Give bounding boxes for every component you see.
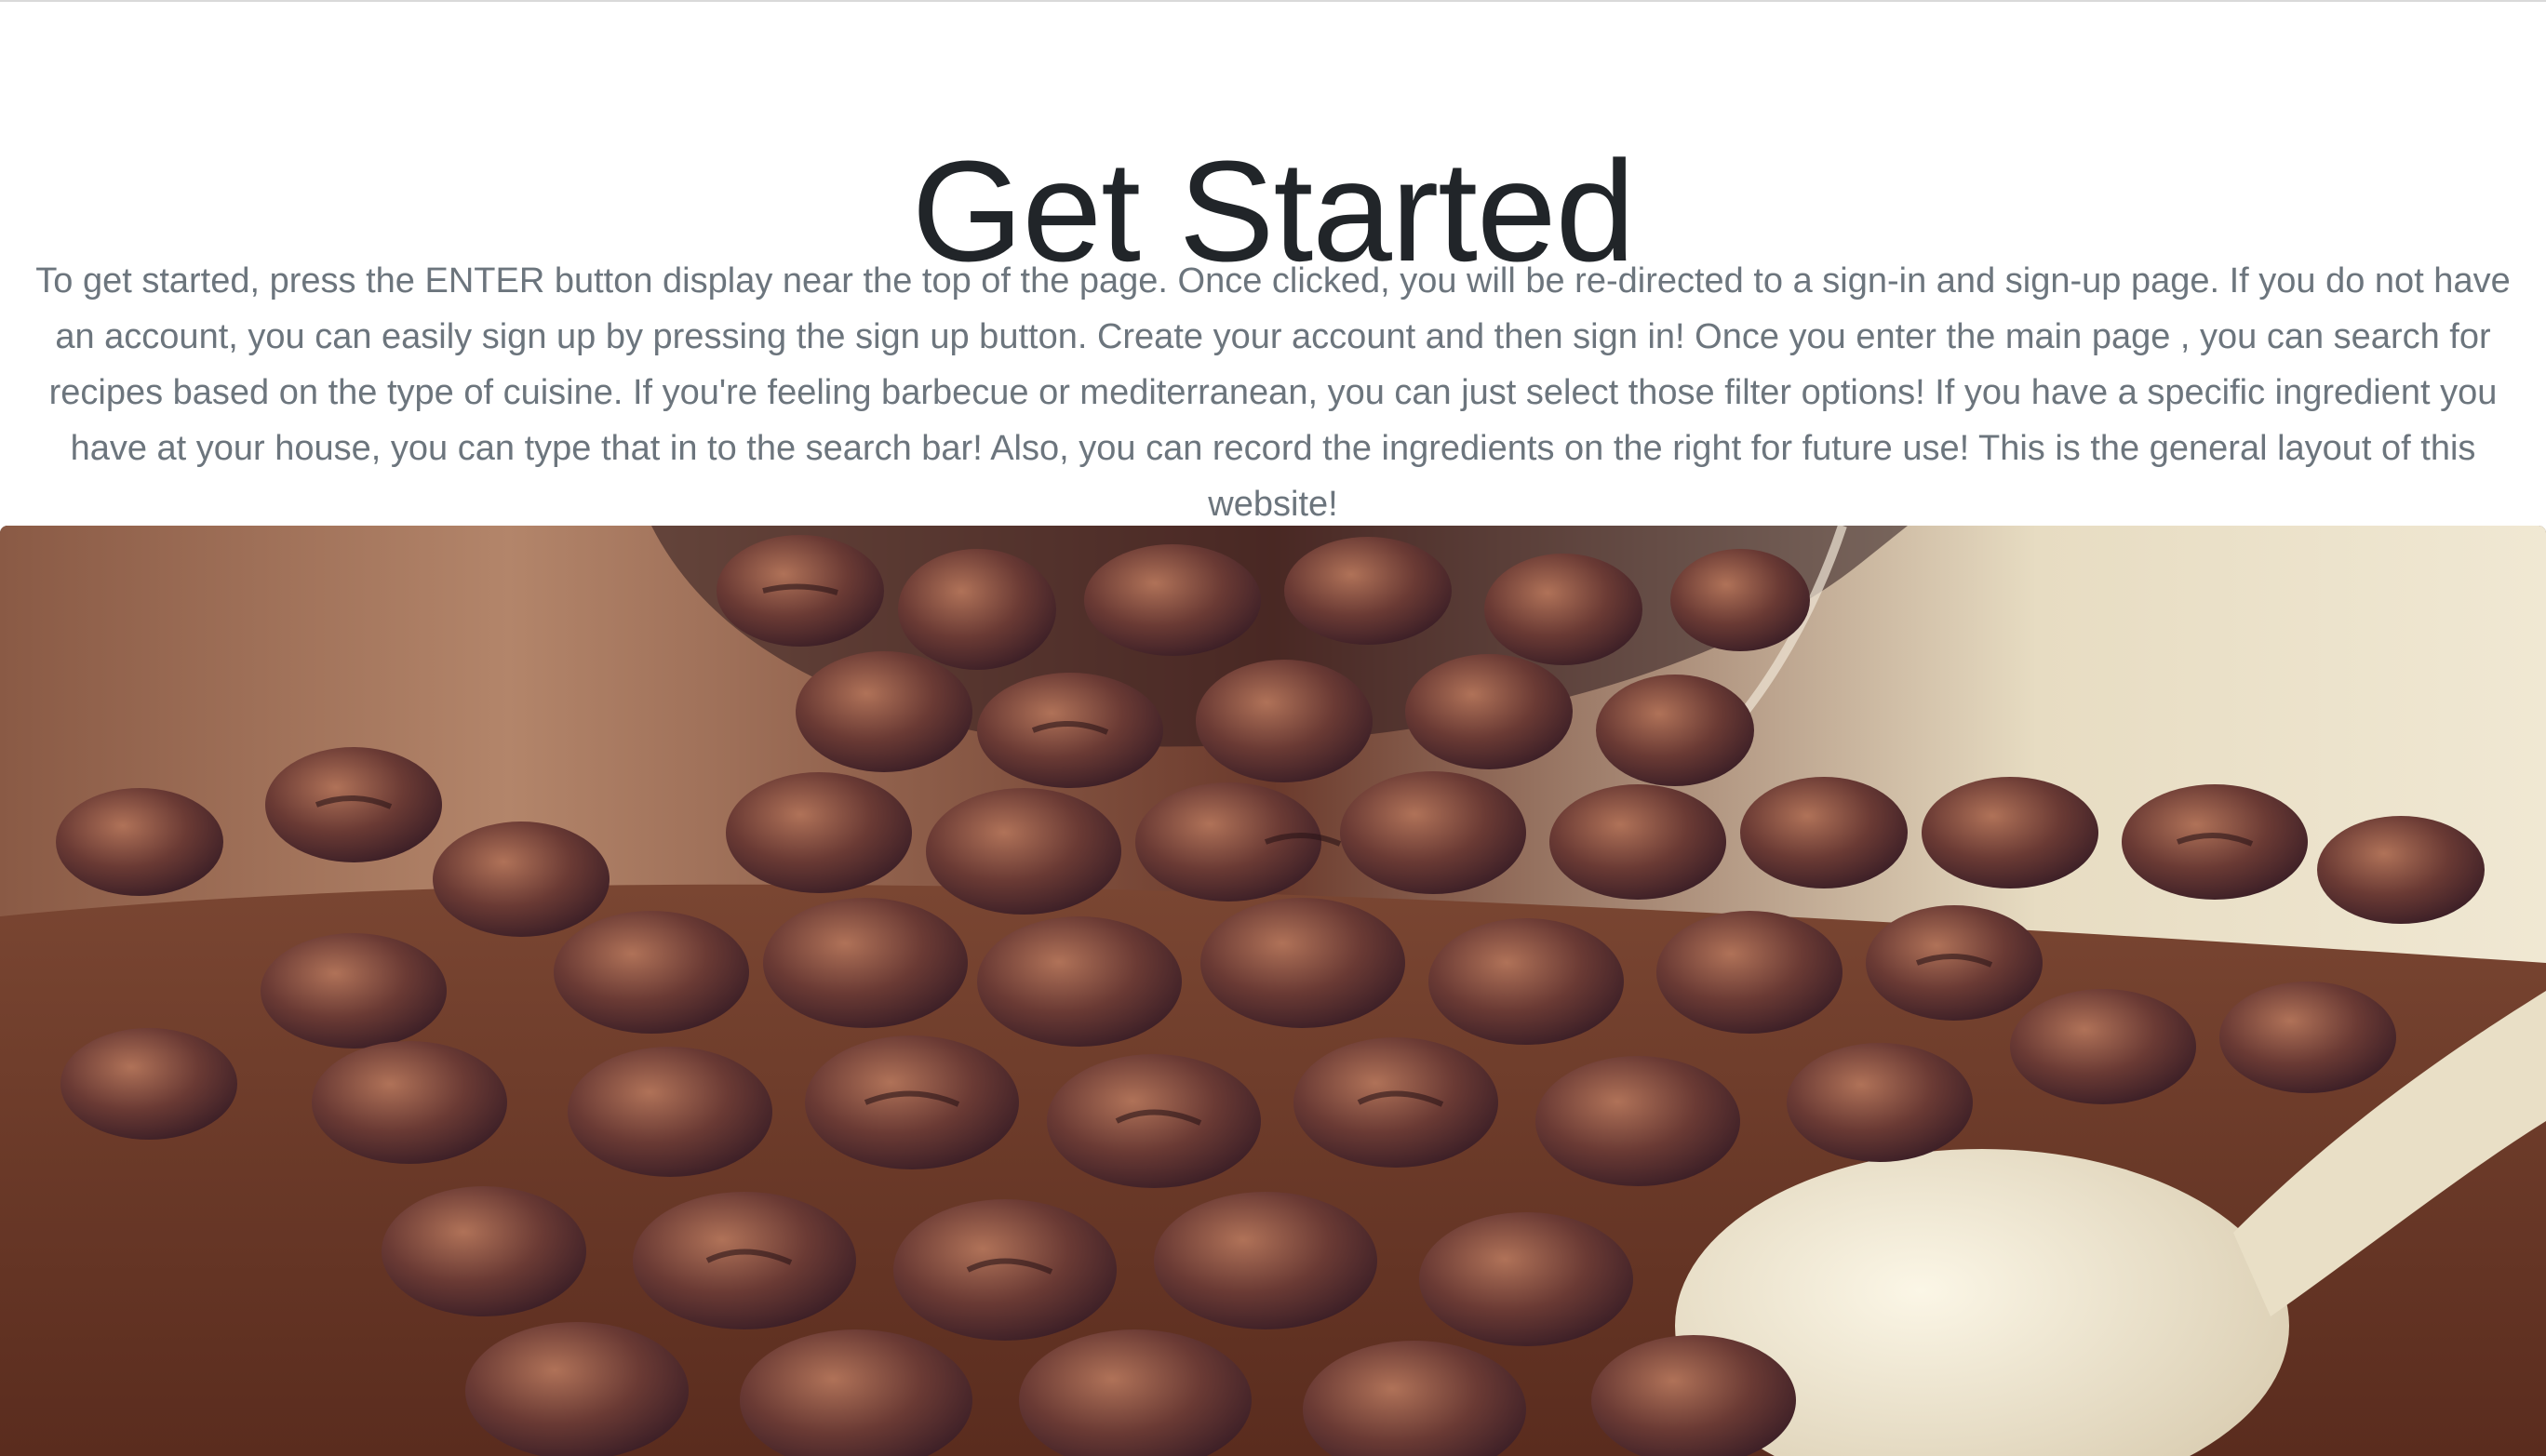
coffee-beans-illustration	[0, 526, 2546, 1456]
intro-paragraph: To get started, press the ENTER button d…	[35, 261, 2511, 524]
top-divider	[0, 0, 2546, 2]
page: Get Started To get started, press the EN…	[0, 0, 2546, 1456]
coffee-beans-image	[0, 526, 2546, 1456]
